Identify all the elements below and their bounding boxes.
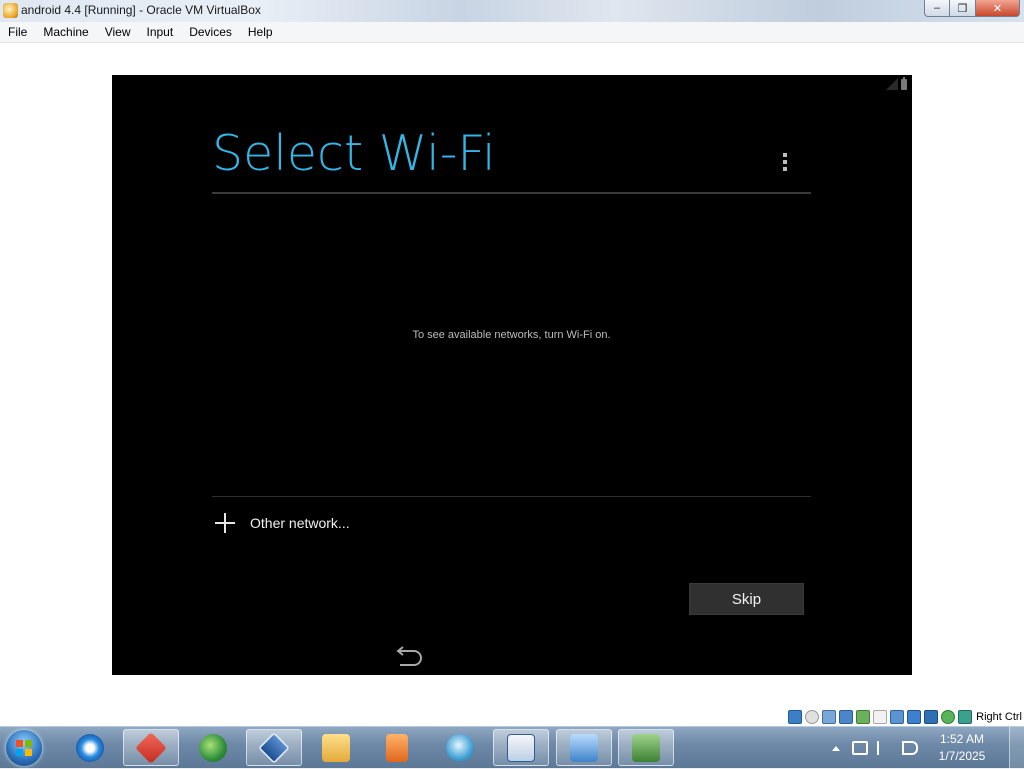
windows-taskbar: 1:52 AM 1/7/2025 — [0, 726, 1024, 769]
android-status-bar — [886, 77, 907, 90]
wifi-off-message: To see available networks, turn Wi-Fi on… — [412, 329, 611, 341]
explorer-folder-icon[interactable] — [308, 729, 364, 766]
title-divider — [212, 192, 811, 194]
usb-icon[interactable] — [856, 709, 871, 724]
window-title: android 4.4 [Running] - Oracle VM Virtua… — [21, 3, 261, 17]
video-capture-icon[interactable] — [907, 709, 922, 724]
close-button[interactable]: ✕ — [976, 0, 1020, 17]
action-center-flag-icon[interactable] — [877, 741, 893, 755]
list-divider — [212, 496, 811, 497]
window-controls: – ❐ ✕ — [924, 0, 1020, 18]
title-bar[interactable]: android 4.4 [Running] - Oracle VM Virtua… — [0, 0, 1024, 23]
hard-disk-icon[interactable] — [788, 709, 803, 724]
audio-icon[interactable] — [822, 709, 837, 724]
virtualbox-icon[interactable] — [246, 729, 302, 766]
shared-folders-icon[interactable] — [873, 709, 888, 724]
menu-machine[interactable]: Machine — [35, 22, 96, 42]
media-player-icon[interactable] — [369, 729, 425, 766]
virtual-machine-icon[interactable] — [618, 729, 674, 766]
clock-date: 1/7/2025 — [938, 749, 986, 763]
cpu-virtualization-icon[interactable] — [924, 709, 939, 724]
virtualbox-app-icon — [3, 3, 18, 18]
menu-file[interactable]: File — [0, 22, 35, 42]
app-red-icon[interactable] — [123, 729, 179, 766]
page-title: Select Wi-Fi — [212, 125, 496, 182]
clock-time: 1:52 AM — [939, 732, 985, 746]
other-network-item[interactable]: Other network... — [212, 511, 350, 535]
vm-display[interactable]: Select Wi-Fi To see available networks, … — [112, 75, 912, 675]
windows7-64-icon[interactable] — [493, 729, 549, 766]
globe-app-icon[interactable] — [432, 729, 488, 766]
battery-icon — [901, 77, 907, 90]
menu-view[interactable]: View — [97, 22, 139, 42]
mouse-integration-icon[interactable] — [941, 709, 956, 724]
virtualbox-window: android 4.4 [Running] - Oracle VM Virtua… — [0, 0, 1024, 726]
overflow-menu-icon[interactable] — [783, 153, 787, 171]
show-hidden-icons-icon[interactable] — [832, 745, 840, 751]
virtualbox-status-bar: Right Ctrl — [0, 707, 1024, 726]
skip-button[interactable]: Skip — [689, 583, 804, 615]
remote-desktop-icon[interactable] — [556, 729, 612, 766]
volume-icon[interactable] — [902, 741, 918, 755]
menu-input[interactable]: Input — [139, 22, 182, 42]
download-manager-icon[interactable] — [185, 729, 241, 766]
show-desktop-button[interactable] — [1009, 727, 1024, 769]
host-key-label[interactable]: Right Ctrl — [976, 711, 1022, 723]
taskbar-clock[interactable]: 1:52 AM 1/7/2025 — [927, 731, 997, 765]
menu-devices[interactable]: Devices — [181, 22, 240, 42]
start-button[interactable] — [6, 730, 42, 766]
plus-icon — [215, 513, 235, 533]
menu-bar: File Machine View Input Devices Help — [0, 22, 1024, 43]
display-icon[interactable] — [890, 709, 905, 724]
signal-icon — [886, 78, 898, 90]
system-tray: 1:52 AM 1/7/2025 — [832, 727, 1024, 769]
keyboard-icon[interactable] — [958, 709, 973, 724]
back-icon[interactable] — [392, 646, 424, 666]
restore-button[interactable]: ❐ — [950, 0, 976, 17]
network-icon[interactable] — [839, 709, 854, 724]
network-tray-icon[interactable] — [852, 741, 868, 755]
other-network-label: Other network... — [250, 515, 350, 531]
internet-explorer-icon[interactable] — [62, 729, 118, 766]
optical-drive-icon[interactable] — [805, 709, 820, 724]
minimize-button[interactable]: – — [924, 0, 950, 17]
menu-help[interactable]: Help — [240, 22, 281, 42]
